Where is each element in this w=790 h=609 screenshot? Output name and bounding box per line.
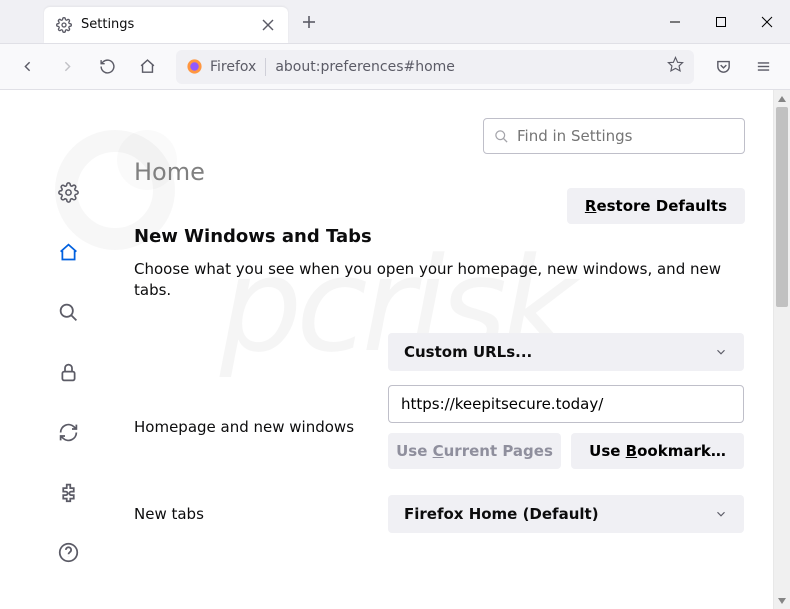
settings-search[interactable]	[483, 118, 745, 154]
search-icon	[494, 129, 509, 144]
search-input[interactable]	[517, 127, 734, 145]
page-title: Home	[134, 158, 753, 186]
nav-extensions[interactable]	[56, 480, 80, 504]
new-tab-button[interactable]	[294, 7, 324, 37]
scrollbar[interactable]	[773, 90, 790, 609]
forward-button[interactable]	[50, 50, 84, 84]
identity-box: Firefox	[186, 58, 256, 75]
bookmark-star-icon[interactable]	[667, 56, 684, 77]
homepage-mode-select[interactable]: Custom URLs...	[388, 333, 744, 371]
url-text: about:preferences#home	[275, 59, 658, 75]
nav-home[interactable]	[56, 240, 80, 264]
menu-button[interactable]	[746, 50, 780, 84]
reload-button[interactable]	[90, 50, 124, 84]
maximize-button[interactable]	[698, 0, 744, 44]
homepage-label: Homepage and new windows	[134, 418, 388, 436]
use-bookmark-button[interactable]: Use Bookmark…	[571, 433, 744, 469]
minimize-button[interactable]	[652, 0, 698, 44]
newtabs-select[interactable]: Firefox Home (Default)	[388, 495, 744, 533]
pocket-button[interactable]	[706, 50, 740, 84]
section-title: New Windows and Tabs	[134, 226, 753, 247]
browser-tab[interactable]: Settings	[44, 7, 288, 43]
use-current-pages-button[interactable]: Use Current Pages	[388, 433, 561, 469]
homepage-url-input[interactable]	[388, 385, 744, 423]
back-button[interactable]	[10, 50, 44, 84]
firefox-icon	[186, 58, 203, 75]
scroll-up-icon[interactable]	[774, 90, 790, 107]
side-nav	[48, 180, 88, 564]
url-bar[interactable]: Firefox about:preferences#home	[176, 50, 694, 84]
nav-search[interactable]	[56, 300, 80, 324]
tab-title: Settings	[81, 17, 251, 32]
nav-help[interactable]	[56, 540, 80, 564]
newtabs-label: New tabs	[134, 505, 388, 523]
nav-privacy[interactable]	[56, 360, 80, 384]
chevron-down-icon	[714, 507, 728, 521]
separator	[265, 58, 266, 76]
titlebar: Settings	[0, 0, 790, 44]
nav-sync[interactable]	[56, 420, 80, 444]
home-button[interactable]	[130, 50, 164, 84]
toolbar: Firefox about:preferences#home	[0, 44, 790, 90]
gear-icon	[56, 17, 72, 33]
scrollbar-thumb[interactable]	[776, 107, 788, 307]
section-desc: Choose what you see when you open your h…	[134, 259, 753, 301]
select-label: Custom URLs...	[404, 343, 532, 361]
chevron-down-icon	[714, 345, 728, 359]
window-controls	[652, 0, 790, 44]
close-icon[interactable]	[260, 17, 276, 33]
main-panel: Home New Windows and Tabs Choose what yo…	[134, 158, 753, 547]
identity-label: Firefox	[210, 59, 256, 75]
close-button[interactable]	[744, 0, 790, 44]
select-label: Firefox Home (Default)	[404, 505, 599, 523]
scroll-down-icon[interactable]	[774, 592, 790, 609]
nav-general[interactable]	[56, 180, 80, 204]
content-area: Restore Defaults Home New Windows and Ta…	[0, 90, 773, 609]
